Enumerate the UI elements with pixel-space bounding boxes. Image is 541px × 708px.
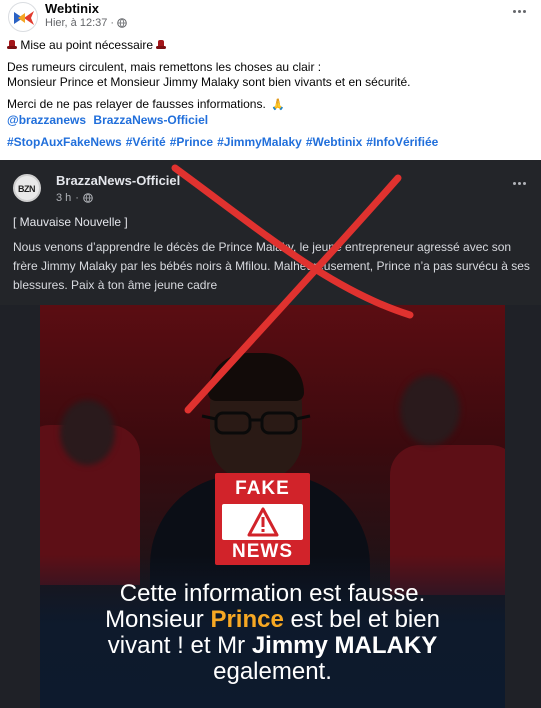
fact-check-text-segment: vivant ! et Mr [107, 632, 246, 659]
hashtag-link[interactable]: #StopAuxFakeNews [7, 135, 122, 149]
fact-check-line-2: Monsieur Prince est bel et bien [40, 607, 505, 633]
meta-separator: · [110, 17, 115, 29]
hashtag-link[interactable]: #InfoVérifiée [366, 135, 438, 149]
mention-brazzanews[interactable]: @brazzanews [7, 113, 86, 127]
post-caption: Mise au point nécessaire Des rumeurs cir… [7, 38, 535, 157]
fact-check-emphasis: Jimmy MALAKY [251, 632, 438, 659]
hashtag-list: #StopAuxFakeNews #Vérité #Prince #JimmyMala… [7, 135, 535, 150]
caption-heading: Mise au point nécessaire [20, 38, 154, 52]
caption-line-3: Merci de ne pas relayer de fausses infor… [7, 97, 266, 111]
more-icon [517, 9, 521, 13]
badge-top-text: FAKE [235, 478, 290, 499]
webtinix-logo-icon [14, 11, 34, 25]
glasses-icon [201, 411, 311, 435]
caption-paragraph: Des rumeurs circulent, mais remettons le… [7, 60, 535, 90]
caption-paragraph: Merci de ne pas relayer de fausses infor… [7, 97, 535, 128]
more-icon [512, 9, 516, 13]
caption-line-1: Des rumeurs circulent, mais remettons le… [7, 60, 322, 74]
globe-icon [117, 18, 127, 28]
fact-check-line-4: egalement. [213, 658, 332, 685]
shared-post-header: BZN BrazzaNews-Officiel 3 h · [ Mauvaise… [0, 160, 541, 305]
caption-line-3-wrap: Merci de ne pas relayer de fausses infor… [7, 97, 535, 113]
fact-check-text-segment: est bel et bien [290, 606, 440, 633]
shared-time: 3 h [56, 192, 72, 204]
post-more-button[interactable] [509, 4, 529, 18]
more-icon [523, 182, 526, 185]
shared-title: [ Mauvaise Nouvelle ] [13, 215, 128, 229]
shared-separator: · [75, 192, 79, 204]
more-icon [513, 182, 516, 185]
shared-more-icon [513, 182, 526, 185]
post-meta: Hier, à 12:37 · [45, 17, 127, 29]
shared-author: BrazzaNews-Officiel [56, 173, 181, 188]
fact-check-line-1: Cette information est fausse. [119, 580, 426, 607]
more-icon [522, 9, 526, 13]
shared-avatar: BZN [13, 174, 41, 202]
badge-bottom-text: NEWS [232, 541, 293, 562]
mention-brazzanews-officiel[interactable]: BrazzaNews-Officiel [93, 113, 208, 127]
person-hair [208, 353, 304, 401]
fact-check-text-segment: Monsieur [105, 606, 204, 633]
post-author[interactable]: Webtinix [45, 1, 99, 16]
hashtag-link[interactable]: #Prince [170, 135, 213, 149]
caption-heading-line: Mise au point nécessaire [7, 38, 535, 53]
more-icon [518, 182, 521, 185]
fact-check-line-3: vivant ! et Mr Jimmy MALAKY [40, 633, 505, 659]
background-person [400, 375, 460, 445]
globe-icon [83, 193, 93, 203]
fact-check-highlight: Prince [210, 606, 284, 633]
hashtag-link[interactable]: #Vérité [126, 135, 166, 149]
warning-icon [247, 507, 279, 537]
shared-body: Nous venons d’apprendre le décès de Prin… [13, 240, 530, 292]
shared-image[interactable]: BZN BrazzaNews-Officiel 3 h · [ Mauvaise… [0, 160, 541, 708]
background-person [60, 400, 115, 465]
hashtag-link[interactable]: #Webtinix [306, 135, 362, 149]
fez-hat-icon [156, 40, 167, 50]
shared-meta: 3 h · [56, 192, 93, 204]
fez-hat-icon [7, 40, 17, 50]
badge-warning-box [222, 504, 303, 540]
caption-line-2: Monsieur Prince et Monsieur Jimmy Malaky… [7, 75, 411, 89]
page-avatar[interactable] [8, 2, 38, 32]
fake-news-badge: FAKE NEWS [215, 473, 310, 565]
shared-avatar-text: BZN [18, 184, 36, 194]
post-timestamp[interactable]: Hier, à 12:37 [45, 17, 107, 29]
caption-mentions: @brazzanews BrazzaNews-Officiel [7, 113, 535, 128]
post-header: Webtinix Hier, à 12:37 · [0, 0, 541, 34]
hashtag-link[interactable]: #JimmyMalaky [217, 135, 302, 149]
fact-check-text: Cette information est fausse. Monsieur P… [40, 581, 505, 685]
praying-hands-icon: 🙏 [271, 99, 285, 111]
